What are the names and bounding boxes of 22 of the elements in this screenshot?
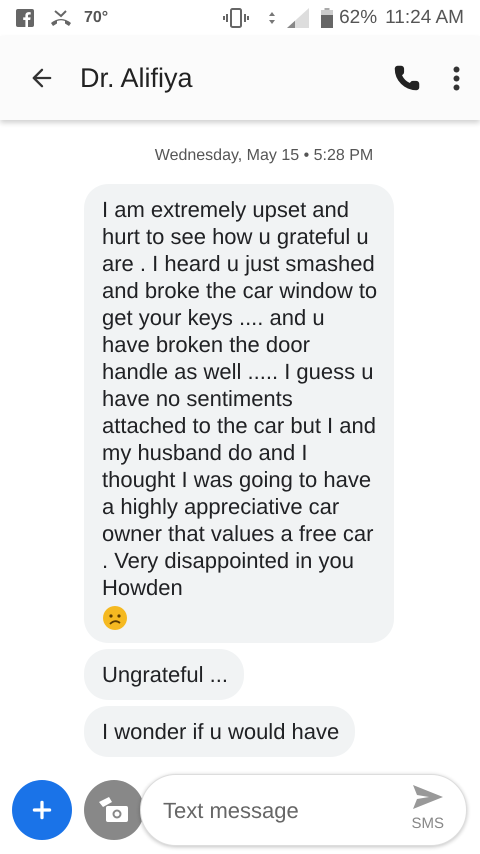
- battery-percentage: 62%: [339, 6, 378, 30]
- send-button[interactable]: SMS: [411, 784, 444, 836]
- message-input[interactable]: Text message SMS: [140, 774, 467, 846]
- message-text: I am extremely upset and hurt to see how u grateful u are . I heard u just smashed and broke the car window to get your keys .... and u have broken the door handle as well ..... I guess u have no sentiments attached to the car but I and my husband do and I thought I was going to have a highly appreciative car owner that values a free car . Very disappointed in you Howden: [102, 196, 378, 601]
- date-divider: Wednesday, May 15 • 5:28 PM: [154, 146, 374, 166]
- data-arrows-icon: [269, 12, 276, 24]
- message-text: I wonder if u would have: [102, 718, 340, 745]
- clock: 11:24 AM: [385, 6, 464, 30]
- send-icon: [412, 784, 443, 809]
- text-input[interactable]: Text message: [163, 794, 412, 826]
- temperature: 70°: [84, 8, 108, 28]
- signal-icon: [287, 8, 310, 28]
- battery-icon: [321, 8, 334, 28]
- missed-call-icon: [50, 9, 72, 27]
- call-button[interactable]: [393, 64, 421, 92]
- facebook-icon: [16, 9, 34, 27]
- more-options-button[interactable]: [453, 66, 460, 90]
- camera-icon: [97, 796, 131, 824]
- more-icon: [453, 66, 460, 90]
- message-text: Ungrateful ...: [102, 661, 228, 688]
- contact-name: Dr. Alifiya: [80, 62, 194, 95]
- vibrate-icon: [223, 8, 250, 28]
